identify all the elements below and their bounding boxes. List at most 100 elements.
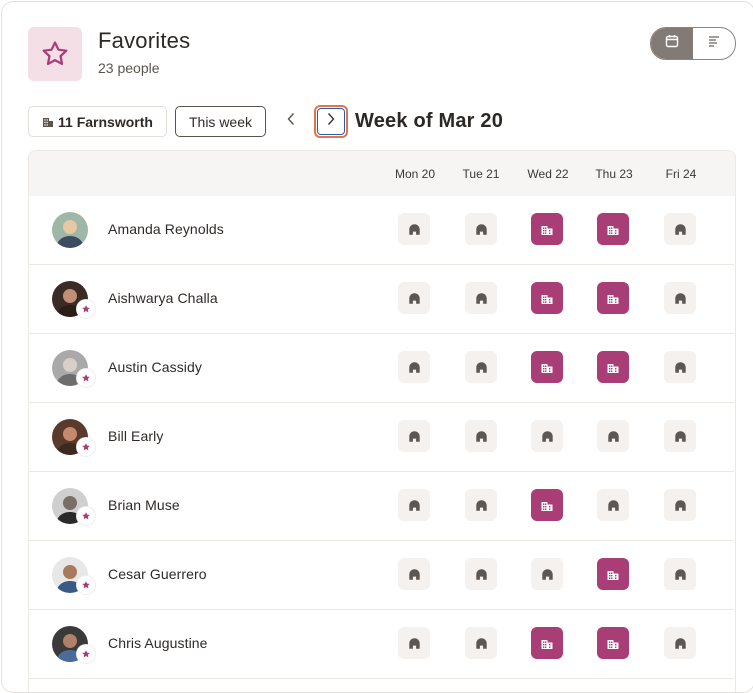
remote-day-cell[interactable] bbox=[398, 558, 430, 590]
favorite-star-icon bbox=[77, 645, 95, 663]
remote-day-cell[interactable] bbox=[465, 351, 497, 383]
list-view-button[interactable] bbox=[693, 28, 735, 59]
day-column-header: Thu 23 bbox=[595, 167, 633, 181]
favorite-star-icon bbox=[77, 300, 95, 318]
building-icon bbox=[606, 567, 620, 581]
person-row[interactable]: Amanda Reynolds bbox=[28, 195, 734, 265]
office-day-cell[interactable] bbox=[531, 351, 563, 383]
view-toggle bbox=[650, 27, 736, 60]
home-icon bbox=[475, 361, 488, 374]
favorite-star-icon bbox=[77, 576, 95, 594]
remote-day-cell[interactable] bbox=[465, 420, 497, 452]
person-row[interactable]: Chris Augustine bbox=[28, 609, 734, 679]
person-name[interactable]: Aishwarya Challa bbox=[108, 290, 218, 306]
person-name[interactable]: Austin Cassidy bbox=[108, 359, 202, 375]
home-icon bbox=[475, 223, 488, 236]
person-row[interactable]: Aishwarya Challa bbox=[28, 264, 734, 334]
remote-day-cell[interactable] bbox=[597, 420, 629, 452]
home-icon bbox=[607, 499, 620, 512]
panel-header: Favorites 23 people bbox=[28, 26, 190, 82]
next-week-button[interactable] bbox=[314, 105, 348, 138]
day-column-header: Wed 22 bbox=[527, 167, 569, 181]
building-icon bbox=[606, 222, 620, 236]
home-icon bbox=[674, 361, 687, 374]
remote-day-cell[interactable] bbox=[664, 282, 696, 314]
remote-day-cell[interactable] bbox=[398, 282, 430, 314]
previous-week-button[interactable] bbox=[278, 106, 304, 137]
star-icon bbox=[28, 27, 82, 81]
home-icon bbox=[674, 430, 687, 443]
favorites-panel: Favorites 23 people 11 Farnsworth This w… bbox=[1, 1, 753, 693]
home-icon bbox=[541, 430, 554, 443]
home-icon bbox=[408, 223, 421, 236]
remote-day-cell[interactable] bbox=[398, 213, 430, 245]
chevron-right-icon bbox=[326, 112, 336, 131]
calendar-icon bbox=[665, 34, 679, 53]
schedule-header: Mon 20 Tue 21 Wed 22 Thu 23 Fri 24 bbox=[28, 150, 736, 196]
person-name[interactable]: Amanda Reynolds bbox=[108, 221, 224, 237]
person-name[interactable]: Cesar Guerrero bbox=[108, 566, 207, 582]
office-day-cell[interactable] bbox=[597, 282, 629, 314]
building-icon bbox=[606, 636, 620, 650]
building-icon bbox=[606, 360, 620, 374]
remote-day-cell[interactable] bbox=[465, 282, 497, 314]
remote-day-cell[interactable] bbox=[531, 420, 563, 452]
home-icon bbox=[475, 292, 488, 305]
office-day-cell[interactable] bbox=[531, 213, 563, 245]
favorite-star-icon bbox=[77, 507, 95, 525]
office-day-cell[interactable] bbox=[597, 627, 629, 659]
home-icon bbox=[408, 637, 421, 650]
home-icon bbox=[674, 637, 687, 650]
building-icon bbox=[42, 115, 54, 128]
remote-day-cell[interactable] bbox=[664, 627, 696, 659]
remote-day-cell[interactable] bbox=[398, 489, 430, 521]
building-icon bbox=[606, 291, 620, 305]
person-row[interactable]: Brian Muse bbox=[28, 471, 734, 541]
office-day-cell[interactable] bbox=[597, 351, 629, 383]
home-icon bbox=[674, 499, 687, 512]
home-icon bbox=[408, 361, 421, 374]
favorite-star-icon bbox=[77, 369, 95, 387]
avatar[interactable] bbox=[52, 212, 88, 248]
remote-day-cell[interactable] bbox=[597, 489, 629, 521]
remote-day-cell[interactable] bbox=[465, 627, 497, 659]
home-icon bbox=[541, 568, 554, 581]
remote-day-cell[interactable] bbox=[664, 489, 696, 521]
day-column-header: Mon 20 bbox=[394, 167, 436, 181]
remote-day-cell[interactable] bbox=[664, 213, 696, 245]
office-day-cell[interactable] bbox=[597, 558, 629, 590]
office-day-cell[interactable] bbox=[531, 489, 563, 521]
home-icon bbox=[475, 637, 488, 650]
remote-day-cell[interactable] bbox=[664, 351, 696, 383]
home-icon bbox=[475, 430, 488, 443]
remote-day-cell[interactable] bbox=[664, 558, 696, 590]
remote-day-cell[interactable] bbox=[465, 558, 497, 590]
office-day-cell[interactable] bbox=[597, 213, 629, 245]
person-row[interactable]: Bill Early bbox=[28, 402, 734, 472]
remote-day-cell[interactable] bbox=[531, 558, 563, 590]
building-icon bbox=[540, 222, 554, 236]
person-name[interactable]: Chris Augustine bbox=[108, 635, 208, 651]
home-icon bbox=[475, 568, 488, 581]
office-day-cell[interactable] bbox=[531, 282, 563, 314]
home-icon bbox=[674, 292, 687, 305]
remote-day-cell[interactable] bbox=[398, 627, 430, 659]
person-name[interactable]: Brian Muse bbox=[108, 497, 180, 513]
day-column-header: Tue 21 bbox=[462, 167, 500, 181]
location-filter-button[interactable]: 11 Farnsworth bbox=[28, 106, 167, 137]
remote-day-cell[interactable] bbox=[465, 213, 497, 245]
office-day-cell[interactable] bbox=[531, 627, 563, 659]
list-icon bbox=[707, 34, 721, 53]
remote-day-cell[interactable] bbox=[664, 420, 696, 452]
remote-day-cell[interactable] bbox=[398, 351, 430, 383]
calendar-view-button[interactable] bbox=[651, 28, 693, 59]
person-row[interactable]: Austin Cassidy bbox=[28, 333, 734, 403]
chevron-left-icon bbox=[286, 112, 296, 131]
this-week-button[interactable]: This week bbox=[175, 106, 266, 137]
person-row[interactable]: Cesar Guerrero bbox=[28, 540, 734, 610]
remote-day-cell[interactable] bbox=[398, 420, 430, 452]
building-icon bbox=[540, 636, 554, 650]
person-name[interactable]: Bill Early bbox=[108, 428, 163, 444]
building-icon bbox=[540, 291, 554, 305]
remote-day-cell[interactable] bbox=[465, 489, 497, 521]
